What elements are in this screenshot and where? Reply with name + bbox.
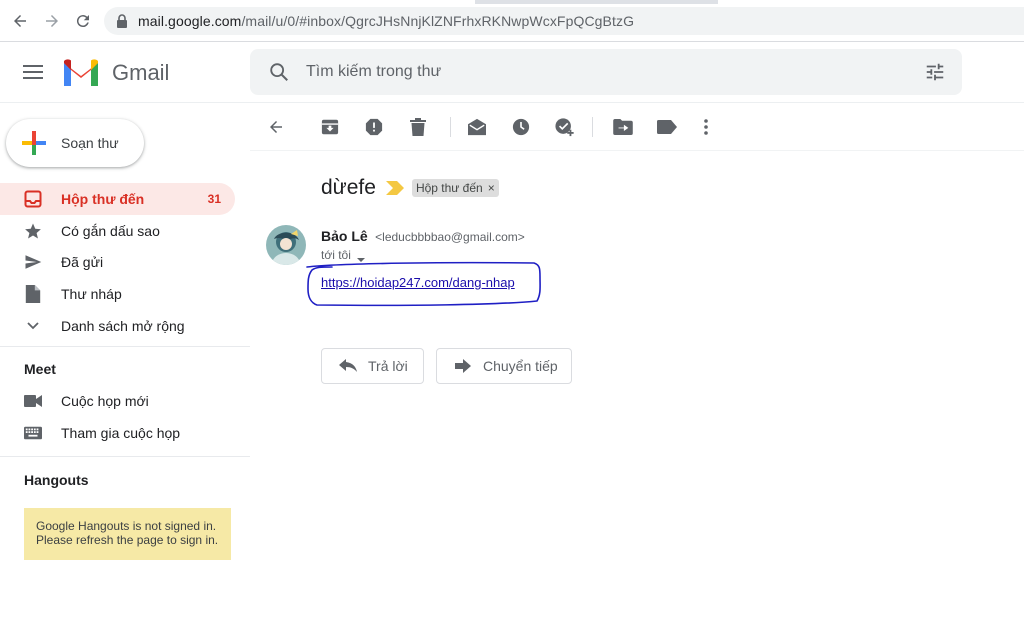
email-body-link[interactable]: https://hoidap247.com/dang-nhap xyxy=(321,275,515,290)
browser-toolbar: mail.google.com/mail/u/0/#inbox/QgrcJHsN… xyxy=(0,0,1024,42)
recipient-details-toggle[interactable]: tới tôi xyxy=(321,248,365,262)
sidebar-item-label: Cuộc họp mới xyxy=(61,393,149,409)
lock-icon xyxy=(116,14,130,28)
gmail-header: Gmail xyxy=(0,42,1024,103)
sender-line: Bảo Lê <leducbbbbao@gmail.com> xyxy=(321,228,525,246)
address-bar[interactable]: mail.google.com/mail/u/0/#inbox/QgrcJHsN… xyxy=(104,7,1024,35)
snooze-icon[interactable] xyxy=(509,115,533,139)
reply-icon xyxy=(338,356,358,376)
subject-row: dừefe Hộp thư đến × xyxy=(321,173,499,203)
report-spam-icon[interactable] xyxy=(362,115,386,139)
inbox-icon xyxy=(24,190,42,208)
sidebar-item-label: Tham gia cuộc họp xyxy=(61,425,181,441)
email-subject: dừefe xyxy=(321,176,376,199)
mark-unread-icon[interactable] xyxy=(465,115,489,139)
url-text: mail.google.com/mail/u/0/#inbox/QgrcJHsN… xyxy=(138,13,634,29)
sender-email: <leducbbbbao@gmail.com> xyxy=(375,230,525,244)
tab-segment xyxy=(0,0,475,4)
back-icon[interactable] xyxy=(10,11,30,31)
sidebar: Soạn thư Hộp thư đến 31 Có gắn dấu sao Đ… xyxy=(0,103,250,641)
url-path: /mail/u/0/#inbox/QgrcJHsNnjKlZNFrhxRKNwp… xyxy=(241,13,635,29)
meet-section-title: Meet xyxy=(24,361,56,377)
sender-name[interactable]: Bảo Lê xyxy=(321,228,368,244)
recipient-text: tới tôi xyxy=(321,248,351,262)
reply-button[interactable]: Trả lời xyxy=(321,348,424,384)
back-to-inbox-icon[interactable] xyxy=(264,115,288,139)
send-icon xyxy=(24,253,42,271)
compose-plus-icon xyxy=(22,131,46,155)
toolbar-separator xyxy=(592,117,593,137)
compose-label: Soạn thư xyxy=(61,135,119,151)
keyboard-icon xyxy=(24,424,42,442)
video-icon xyxy=(24,392,42,410)
search-icon[interactable] xyxy=(268,61,290,83)
search-options-icon[interactable] xyxy=(924,61,946,83)
unread-count: 31 xyxy=(207,192,221,206)
sidebar-item-label: Thư nháp xyxy=(61,286,122,302)
archive-icon[interactable] xyxy=(318,115,342,139)
sidebar-item-label: Hộp thư đến xyxy=(61,191,145,207)
gmail-logo-icon[interactable] xyxy=(62,57,100,87)
sidebar-item-more[interactable]: Danh sách mở rộng xyxy=(0,310,235,342)
main-menu-icon[interactable] xyxy=(20,59,46,85)
sidebar-item-inbox[interactable]: Hộp thư đến 31 xyxy=(0,183,235,215)
app-name: Gmail xyxy=(112,60,170,85)
message-toolbar xyxy=(250,103,1024,151)
star-icon xyxy=(24,222,42,240)
draft-icon xyxy=(24,285,42,303)
sidebar-item-label: Đã gửi xyxy=(61,254,104,270)
sidebar-item-join-meeting[interactable]: Tham gia cuộc họp xyxy=(0,417,235,449)
forward-button[interactable]: Chuyển tiếp xyxy=(436,348,572,384)
forward-arrow-icon xyxy=(453,356,473,376)
sidebar-item-starred[interactable]: Có gắn dấu sao xyxy=(0,215,235,247)
sidebar-item-drafts[interactable]: Thư nháp xyxy=(0,278,235,310)
message-view: dừefe Hộp thư đến × Bảo Lê <leducbbbbao@… xyxy=(250,103,1024,641)
compose-button[interactable]: Soạn thư xyxy=(6,119,144,167)
tab-segment xyxy=(718,0,1024,4)
url-host: mail.google.com xyxy=(138,13,242,29)
delete-icon[interactable] xyxy=(406,115,430,139)
inbox-label-chip: Hộp thư đến × xyxy=(411,179,499,197)
search-input[interactable] xyxy=(306,49,886,95)
label-chip-text: Hộp thư đến xyxy=(415,181,483,195)
remove-label-icon[interactable]: × xyxy=(488,181,495,195)
reply-label: Trả lời xyxy=(368,358,408,374)
hangouts-note-line: Google Hangouts is not signed in. xyxy=(36,519,217,533)
caret-down-icon xyxy=(356,252,365,262)
sidebar-item-label: Có gắn dấu sao xyxy=(61,223,160,239)
divider xyxy=(0,456,250,457)
sender-avatar[interactable] xyxy=(266,225,306,265)
add-to-tasks-icon[interactable] xyxy=(553,115,577,139)
hangouts-section-title: Hangouts xyxy=(24,472,89,488)
chevron-down-icon xyxy=(24,317,42,335)
move-to-icon[interactable] xyxy=(611,115,635,139)
tab-strip xyxy=(0,0,1024,4)
reload-icon[interactable] xyxy=(73,11,93,31)
divider xyxy=(0,346,250,347)
search-bar xyxy=(250,49,962,95)
label-icon[interactable] xyxy=(655,115,679,139)
forward-icon[interactable] xyxy=(42,11,62,31)
forward-label: Chuyển tiếp xyxy=(483,358,558,374)
sidebar-item-label: Danh sách mở rộng xyxy=(61,318,185,334)
hangouts-signin-notice: Google Hangouts is not signed in. Please… xyxy=(24,508,231,560)
importance-marker-icon[interactable] xyxy=(385,181,404,195)
sidebar-item-new-meeting[interactable]: Cuộc họp mới xyxy=(0,385,235,417)
toolbar-separator xyxy=(450,117,451,137)
sidebar-item-sent[interactable]: Đã gửi xyxy=(0,246,235,278)
hangouts-note-line: Please refresh the page to sign in. xyxy=(36,533,219,547)
more-options-icon[interactable] xyxy=(694,115,718,139)
